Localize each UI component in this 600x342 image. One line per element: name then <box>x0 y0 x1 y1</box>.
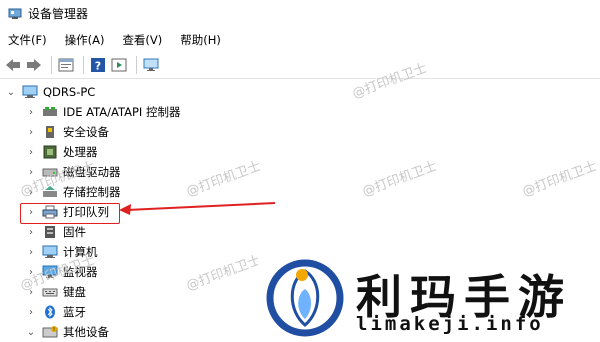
title-bar: 设备管理器 <box>0 0 600 27</box>
watermark: @打印机卫士 <box>360 158 439 200</box>
chevron-right-icon[interactable]: › <box>26 167 36 178</box>
toolbar: ? <box>0 52 600 79</box>
security-device-icon <box>42 125 58 139</box>
tree-item-label: 安全设备 <box>63 125 109 139</box>
tree-item-firmware[interactable]: › 固件 <box>26 222 86 242</box>
logo-panel: 利玛手游 limakeji.info <box>258 255 600 341</box>
chevron-right-icon[interactable]: › <box>26 267 36 278</box>
tree-item-label: 固件 <box>63 225 86 239</box>
toolbar-separator <box>51 56 52 74</box>
tree-item-computer[interactable]: › 计算机 <box>26 242 98 262</box>
tree-item-label: 键盘 <box>63 285 86 299</box>
chevron-right-icon[interactable]: › <box>26 147 36 158</box>
toolbar-separator <box>83 56 84 74</box>
brand-logo-icon <box>266 259 344 337</box>
tree-item-processor[interactable]: › 处理器 <box>26 142 98 162</box>
tree-root-label: QDRS-PC <box>43 85 96 99</box>
bluetooth-icon <box>42 305 58 319</box>
chevron-right-icon[interactable]: › <box>26 187 36 198</box>
monitor-icon <box>42 265 58 279</box>
logo-english-text: limakeji.info <box>356 313 544 335</box>
red-arrow <box>119 202 276 215</box>
svg-text:!: ! <box>53 327 55 333</box>
tree-item-label: 磁盘驱动器 <box>63 165 121 179</box>
menu-bar: 文件(F) 操作(A) 查看(V) 帮助(H) <box>0 30 239 50</box>
tree-item-label: IDE ATA/ATAPI 控制器 <box>63 105 181 119</box>
properties-icon[interactable] <box>57 56 75 74</box>
help-icon[interactable]: ? <box>89 56 107 74</box>
chevron-right-icon[interactable]: › <box>26 247 36 258</box>
toolbar-separator <box>136 56 137 74</box>
chevron-right-icon[interactable]: › <box>26 107 36 118</box>
processor-icon <box>42 145 58 159</box>
window-title: 设备管理器 <box>28 7 89 21</box>
tree-item-other[interactable]: ⌄ ! 其他设备 <box>26 322 109 342</box>
tree-item-storage[interactable]: › 存储控制器 <box>26 182 121 202</box>
highlight-box <box>20 203 120 224</box>
tree-item-ide[interactable]: › IDE ATA/ATAPI 控制器 <box>26 102 180 122</box>
tree-item-label: 处理器 <box>63 145 98 159</box>
back-icon[interactable] <box>4 56 22 74</box>
tree-item-label: 蓝牙 <box>63 305 86 319</box>
menu-view[interactable]: 查看(V) <box>122 32 162 48</box>
svg-text:?: ? <box>95 60 101 73</box>
firmware-icon <box>42 225 58 239</box>
watermark: @打印机卫士 <box>184 252 263 294</box>
device-manager-icon <box>8 8 22 20</box>
menu-help[interactable]: 帮助(H) <box>180 32 221 48</box>
chevron-right-icon[interactable]: › <box>26 307 36 318</box>
tree-root[interactable]: ⌄ QDRS-PC <box>6 82 96 102</box>
chevron-right-icon[interactable]: › <box>26 227 36 238</box>
tree-item-bluetooth[interactable]: › 蓝牙 <box>26 302 86 322</box>
menu-file[interactable]: 文件(F) <box>8 32 47 48</box>
tree-item-label: 其他设备 <box>63 325 109 339</box>
run-icon[interactable] <box>110 56 128 74</box>
disk-drive-icon <box>42 165 58 179</box>
other-devices-icon: ! <box>42 325 58 339</box>
menu-action[interactable]: 操作(A) <box>65 32 105 48</box>
forward-icon[interactable] <box>25 56 43 74</box>
tree-item-disk[interactable]: › 磁盘驱动器 <box>26 162 121 182</box>
computer-icon <box>22 85 38 99</box>
chevron-right-icon[interactable]: › <box>26 127 36 138</box>
chevron-down-icon[interactable]: ⌄ <box>6 87 16 98</box>
chevron-right-icon[interactable]: › <box>26 287 36 298</box>
tree-item-label: 计算机 <box>63 245 98 259</box>
monitor-icon[interactable] <box>142 56 160 74</box>
storage-controller-icon <box>42 185 58 199</box>
tree-item-keyboard[interactable]: › 键盘 <box>26 282 86 302</box>
tree-item-monitor[interactable]: › 监视器 <box>26 262 98 282</box>
watermark: @打印机卫士 <box>184 158 263 200</box>
tree-item-label: 存储控制器 <box>63 185 121 199</box>
chevron-down-icon[interactable]: ⌄ <box>26 327 36 338</box>
computer-icon <box>42 245 58 259</box>
keyboard-icon <box>42 285 58 299</box>
tree-item-security[interactable]: › 安全设备 <box>26 122 109 142</box>
ide-controller-icon <box>42 105 58 119</box>
tree-item-label: 监视器 <box>63 265 98 279</box>
watermark: @打印机卫士 <box>520 158 599 200</box>
